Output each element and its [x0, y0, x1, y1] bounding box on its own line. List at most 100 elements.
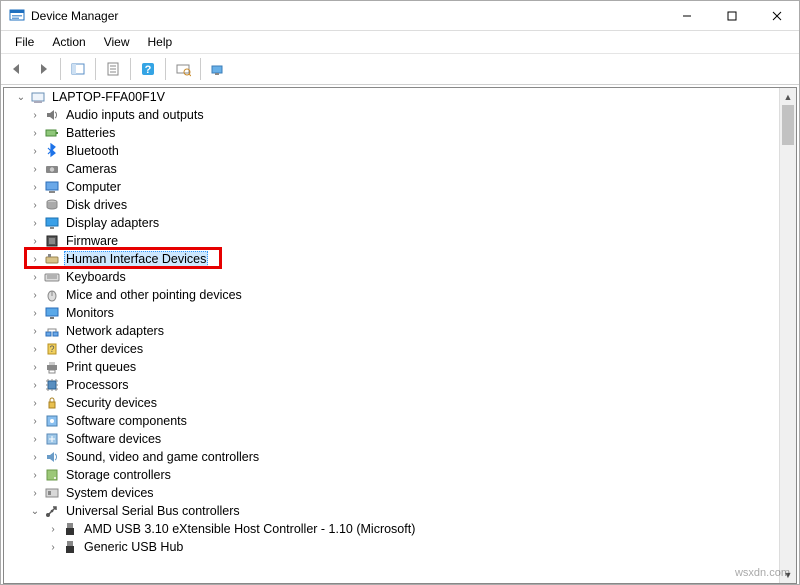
close-button[interactable] — [754, 1, 799, 31]
window-title: Device Manager — [31, 9, 118, 23]
expand-icon[interactable]: › — [28, 108, 42, 122]
tree-item[interactable]: › System devices — [4, 484, 778, 502]
show-hide-tree-button[interactable] — [66, 57, 90, 81]
scroll-thumb[interactable] — [782, 105, 794, 145]
expand-icon[interactable]: › — [28, 216, 42, 230]
tree-item[interactable]: ›Security devices — [4, 394, 778, 412]
tree-item-label: Bluetooth — [64, 144, 121, 158]
tree-item[interactable]: ›Cameras — [4, 160, 778, 178]
menu-help[interactable]: Help — [140, 34, 181, 50]
tree-item[interactable]: ›Print queues — [4, 358, 778, 376]
forward-button[interactable] — [31, 57, 55, 81]
tree-item[interactable]: › Audio inputs and outputs — [4, 106, 778, 124]
vertical-scrollbar[interactable]: ▲ ▼ — [779, 88, 796, 583]
tree-item[interactable]: › Human Interface Devices — [4, 250, 778, 268]
expand-icon[interactable]: › — [28, 324, 42, 338]
device-tree[interactable]: ⌄LAPTOP-FFA00F1V › Audio inputs and output… — [4, 88, 778, 583]
expand-icon[interactable]: › — [28, 432, 42, 446]
expand-icon[interactable]: › — [28, 126, 42, 140]
expand-icon[interactable]: › — [28, 450, 42, 464]
toolbar-separator — [165, 58, 166, 80]
tree-item[interactable]: › AMD USB 3.10 eXtensible Host Controller… — [4, 520, 778, 538]
minimize-button[interactable] — [664, 1, 709, 31]
expand-icon[interactable]: › — [28, 180, 42, 194]
tree-root[interactable]: ⌄LAPTOP-FFA00F1V — [8, 88, 778, 106]
tree-item[interactable]: ›Software devices — [4, 430, 778, 448]
help-button[interactable]: ? — [136, 57, 160, 81]
tree-item[interactable]: › Software components — [4, 412, 778, 430]
expand-icon[interactable]: › — [28, 144, 42, 158]
expand-icon[interactable]: › — [28, 252, 42, 266]
storage-icon — [44, 467, 60, 483]
tree-item[interactable]: ›Generic USB Hub — [4, 538, 778, 556]
tree-item[interactable]: › Processors — [4, 376, 778, 394]
tree-item-label: Human Interface Devices — [64, 251, 208, 267]
scroll-up-icon[interactable]: ▲ — [780, 88, 796, 105]
expand-icon[interactable]: › — [28, 234, 42, 248]
toolbar-separator — [60, 58, 61, 80]
expand-icon[interactable]: › — [28, 414, 42, 428]
tree-item[interactable]: › Computer — [4, 178, 778, 196]
tree-item-label: Mice and other pointing devices — [64, 288, 244, 302]
tree-item[interactable]: › Disk drives — [4, 196, 778, 214]
expand-icon[interactable]: › — [28, 360, 42, 374]
tree-item-label: Software components — [64, 414, 189, 428]
expand-icon[interactable]: › — [46, 540, 60, 554]
expand-icon[interactable]: ⌄ — [14, 90, 28, 104]
tree-item-label: Processors — [64, 378, 131, 392]
tree-item[interactable]: ›Batteries — [4, 124, 778, 142]
tree-item[interactable]: ›?Other devices — [4, 340, 778, 358]
expand-icon[interactable]: › — [28, 288, 42, 302]
title-bar: Device Manager — [1, 1, 799, 31]
expand-icon[interactable]: › — [28, 342, 42, 356]
tree-item-label: Computer — [64, 180, 123, 194]
properties-button[interactable] — [101, 57, 125, 81]
usbdev-icon — [62, 539, 78, 555]
menu-action[interactable]: Action — [44, 34, 93, 50]
scan-hardware-button[interactable] — [171, 57, 195, 81]
tree-item[interactable]: › Network adapters — [4, 322, 778, 340]
monitor-icon — [44, 305, 60, 321]
tree-item[interactable]: ›Firmware — [4, 232, 778, 250]
expand-icon[interactable]: › — [28, 378, 42, 392]
tree-item-label: System devices — [64, 486, 156, 500]
tree-item-label: Keyboards — [64, 270, 128, 284]
back-button[interactable] — [5, 57, 29, 81]
software-icon — [44, 413, 60, 429]
tree-item[interactable]: ›Monitors — [4, 304, 778, 322]
menu-bar: File Action View Help — [1, 31, 799, 53]
tree-item-label: Network adapters — [64, 324, 166, 338]
expand-icon[interactable]: › — [28, 198, 42, 212]
add-legacy-button[interactable] — [206, 57, 230, 81]
menu-file[interactable]: File — [7, 34, 42, 50]
usb-icon — [44, 503, 60, 519]
tree-item[interactable]: › Keyboards — [4, 268, 778, 286]
tree-item[interactable]: ⌄Universal Serial Bus controllers — [4, 502, 778, 520]
tree-item[interactable]: › Storage controllers — [4, 466, 778, 484]
expand-icon[interactable]: ⌄ — [28, 504, 42, 518]
expand-icon[interactable]: › — [28, 486, 42, 500]
battery-icon — [44, 125, 60, 141]
tree-item-label: Audio inputs and outputs — [64, 108, 206, 122]
expand-icon[interactable]: › — [28, 270, 42, 284]
expand-icon[interactable]: › — [28, 162, 42, 176]
menu-view[interactable]: View — [96, 34, 138, 50]
tree-item[interactable]: ›Display adapters — [4, 214, 778, 232]
toolbar: ? — [1, 53, 799, 85]
tree-item[interactable]: ›Sound, video and game controllers — [4, 448, 778, 466]
expand-icon[interactable]: › — [46, 522, 60, 536]
usbdev-icon — [62, 521, 78, 537]
expand-icon[interactable]: › — [28, 468, 42, 482]
tree-item-label: AMD USB 3.10 eXtensible Host Controller … — [82, 522, 417, 536]
tree-item[interactable]: › Mice and other pointing devices — [4, 286, 778, 304]
tree-item[interactable]: › Bluetooth — [4, 142, 778, 160]
toolbar-separator — [95, 58, 96, 80]
tree-item-label: Storage controllers — [64, 468, 173, 482]
tree-item-label: Disk drives — [64, 198, 129, 212]
maximize-button[interactable] — [709, 1, 754, 31]
expand-icon[interactable]: › — [28, 396, 42, 410]
expand-icon[interactable]: › — [28, 306, 42, 320]
mouse-icon — [44, 287, 60, 303]
sound-icon — [44, 449, 60, 465]
disk-icon — [44, 197, 60, 213]
